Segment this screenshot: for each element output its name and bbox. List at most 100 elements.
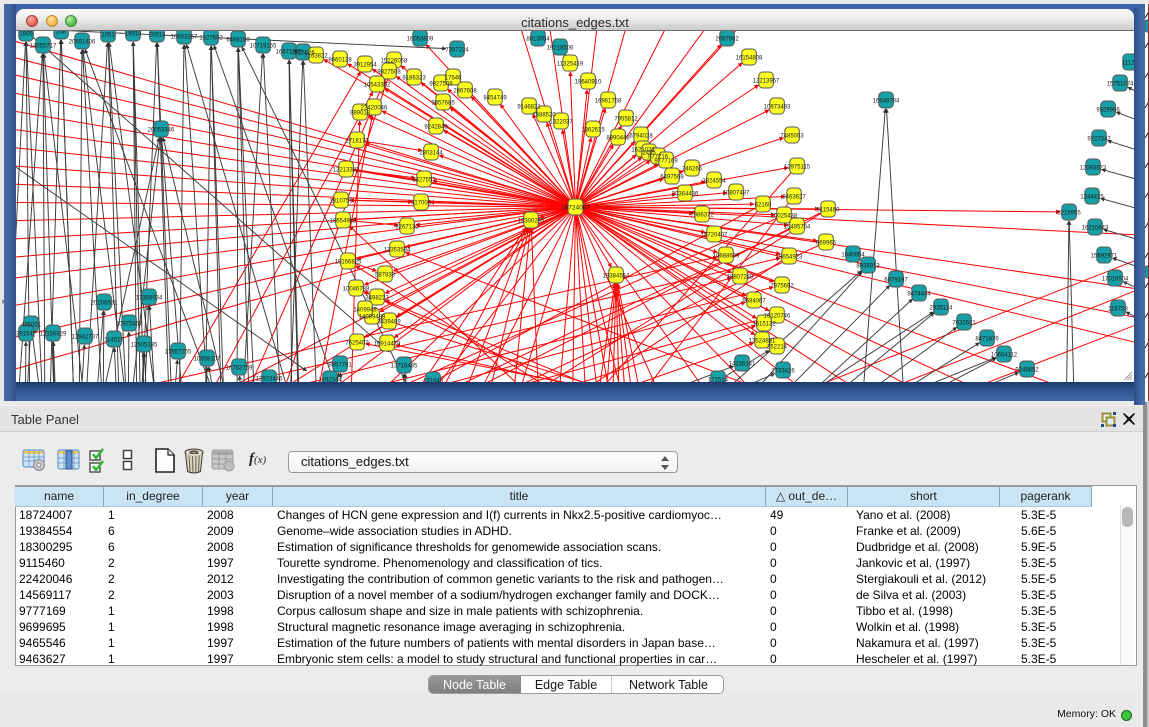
svg-text:7986372: 7986372 — [690, 212, 714, 218]
svg-text:15692971: 15692971 — [1091, 253, 1118, 259]
svg-text:8660128: 8660128 — [328, 57, 352, 63]
svg-text:10975867: 10975867 — [116, 321, 143, 327]
svg-text:3912954: 3912954 — [353, 62, 377, 68]
svg-text:435001: 435001 — [21, 322, 42, 328]
svg-text:2935114: 2935114 — [930, 305, 954, 311]
svg-text:10653267: 10653267 — [171, 34, 198, 40]
svg-text:16961758: 16961758 — [595, 98, 622, 104]
svg-text:7625402: 7625402 — [345, 340, 369, 346]
svg-text:7163822: 7163822 — [304, 53, 328, 59]
svg-text:7632621: 7632621 — [952, 320, 976, 326]
svg-text:1810755: 1810755 — [329, 198, 353, 204]
svg-text:7485003: 7485003 — [780, 133, 804, 139]
svg-text:114519: 114519 — [104, 337, 124, 343]
svg-text:8267130: 8267130 — [395, 224, 419, 230]
svg-text:12213967: 12213967 — [753, 78, 780, 84]
svg-text:16210643: 16210643 — [1082, 225, 1109, 231]
svg-text:2087682: 2087682 — [715, 36, 739, 42]
svg-text:12975115: 12975115 — [784, 164, 811, 170]
svg-text:6466160: 6466160 — [226, 37, 250, 43]
svg-text:3498222: 3498222 — [365, 295, 389, 301]
svg-text:9827508: 9827508 — [429, 81, 453, 87]
svg-text:16053809: 16053809 — [407, 36, 434, 42]
svg-text:7955812: 7955812 — [614, 116, 638, 122]
svg-text:1905: 1905 — [19, 31, 33, 37]
svg-text:8938913: 8938913 — [856, 263, 880, 269]
svg-text:17546: 17546 — [445, 75, 462, 81]
svg-text:10025438: 10025438 — [771, 213, 798, 219]
svg-text:2867608: 2867608 — [453, 88, 477, 94]
svg-text:1588520: 1588520 — [532, 112, 556, 118]
svg-text:16154808: 16154808 — [736, 55, 763, 61]
svg-text:15751074: 15751074 — [1107, 81, 1134, 87]
svg-text:1327602: 1327602 — [199, 35, 223, 41]
svg-text:16782759: 16782759 — [226, 365, 253, 371]
svg-text:3439489: 3439489 — [377, 319, 401, 325]
svg-text:9245652: 9245652 — [1015, 367, 1039, 373]
svg-text:19166825: 19166825 — [335, 259, 362, 265]
svg-text:417006: 417006 — [411, 200, 432, 206]
svg-text:10958107: 10958107 — [194, 356, 221, 362]
svg-text:9777169: 9777169 — [654, 158, 678, 164]
svg-text:6794028: 6794028 — [629, 133, 653, 139]
svg-text:62160: 62160 — [755, 202, 772, 208]
svg-text:9463627: 9463627 — [782, 194, 806, 200]
svg-text:2718170: 2718170 — [345, 138, 369, 144]
svg-text:13353584: 13353584 — [384, 247, 411, 253]
svg-text:8186323: 8186323 — [402, 75, 426, 81]
svg-text:1322037: 1322037 — [549, 119, 573, 125]
svg-text:1640954: 1640954 — [841, 252, 865, 258]
svg-text:16914479: 16914479 — [374, 341, 401, 347]
svg-text:7357224: 7357224 — [445, 47, 469, 53]
svg-text:12923446: 12923446 — [256, 376, 283, 382]
svg-text:18724007: 18724007 — [561, 205, 590, 212]
svg-text:10688609: 10688609 — [713, 253, 740, 259]
svg-text:3024554: 3024554 — [702, 178, 726, 184]
svg-text:8813054: 8813054 — [526, 36, 550, 42]
svg-text:208: 208 — [56, 31, 67, 35]
svg-text:18654983: 18654983 — [330, 218, 357, 224]
svg-text:8427552: 8427552 — [412, 177, 436, 183]
svg-text:9146821: 9146821 — [517, 104, 541, 110]
svg-text:1244415: 1244415 — [1080, 194, 1104, 200]
svg-text:1409948: 1409948 — [353, 307, 377, 313]
svg-text:171514: 171514 — [708, 377, 729, 382]
svg-text:989018: 989018 — [350, 110, 371, 116]
svg-text:12093822: 12093822 — [1080, 165, 1107, 171]
svg-text:12156829: 12156829 — [40, 331, 67, 337]
svg-text:12505135: 12505135 — [131, 342, 158, 348]
svg-text:746266: 746266 — [682, 166, 703, 172]
svg-text:9329966: 9329966 — [1096, 107, 1120, 113]
svg-text:19654923: 19654923 — [776, 254, 803, 260]
svg-text:9115460: 9115460 — [817, 207, 841, 213]
svg-text:587833: 587833 — [375, 272, 396, 278]
svg-text:9474444: 9474444 — [907, 291, 931, 297]
svg-text:669965: 669965 — [816, 240, 837, 246]
svg-text:12213382: 12213382 — [333, 167, 360, 173]
svg-text:8471876: 8471876 — [975, 336, 999, 342]
svg-text:7975692: 7975692 — [770, 283, 794, 289]
svg-text:16120746: 16120746 — [764, 313, 791, 319]
svg-text:20364436: 20364436 — [672, 191, 699, 197]
svg-text:1615132: 1615132 — [752, 321, 776, 327]
svg-text:252214: 252214 — [767, 344, 788, 350]
svg-text:6879197: 6879197 — [884, 277, 908, 283]
svg-text:18807249: 18807249 — [727, 274, 754, 280]
svg-text:1362615: 1362615 — [581, 127, 605, 133]
svg-text:17359934: 17359934 — [136, 295, 163, 301]
svg-text:8454749: 8454749 — [483, 95, 507, 101]
svg-text:19218506: 19218506 — [547, 45, 574, 51]
svg-text:20514: 20514 — [149, 32, 166, 38]
svg-text:16648784: 16648784 — [873, 98, 900, 104]
svg-text:2803144: 2803144 — [419, 150, 443, 156]
svg-text:15720407: 15720407 — [701, 232, 728, 238]
svg-text:10807487: 10807487 — [723, 190, 750, 196]
svg-text:1051: 1051 — [101, 32, 115, 38]
svg-text:14055717: 14055717 — [30, 43, 57, 49]
svg-text:17957255: 17957255 — [165, 349, 192, 355]
svg-text:10719155: 10719155 — [250, 43, 277, 49]
svg-text:20206531: 20206531 — [91, 300, 118, 306]
svg-text:17016504: 17016504 — [1102, 276, 1129, 282]
svg-text:15226058: 15226058 — [381, 58, 408, 64]
svg-text:9857685: 9857685 — [431, 100, 455, 106]
